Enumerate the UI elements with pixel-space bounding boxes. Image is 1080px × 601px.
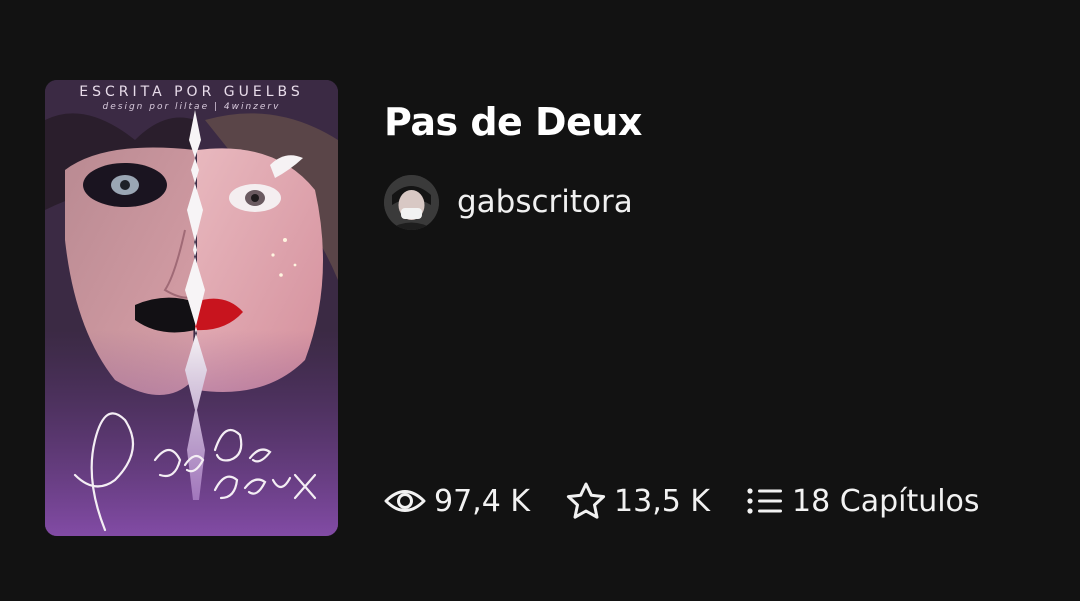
views-count: 97,4 K — [434, 483, 531, 519]
cover-designer-text: design por liltae | 4winzerv — [102, 102, 281, 112]
author-link[interactable]: gabscritora — [384, 174, 633, 230]
cover-credit-text: ESCRITA POR GUELBS — [79, 84, 304, 100]
list-icon — [746, 486, 784, 516]
story-title[interactable]: Pas de Deux — [384, 100, 642, 144]
avatar[interactable] — [384, 174, 439, 230]
author-username[interactable]: gabscritora — [457, 184, 633, 220]
star-icon — [566, 482, 606, 520]
cover-script-title — [73, 412, 317, 532]
story-stats: 97,4 K 13,5 K 18 Capítulos — [384, 476, 980, 526]
chapters-count: 18 Capítulos — [792, 483, 980, 519]
avatar-image — [384, 174, 439, 230]
story-cover[interactable]: ESCRITA POR GUELBS design por liltae | 4… — [45, 80, 338, 536]
eye-icon — [384, 486, 426, 516]
chapters-stat: 18 Capítulos — [746, 484, 980, 519]
story-card[interactable]: ESCRITA POR GUELBS design por liltae | 4… — [0, 0, 1080, 601]
views-stat: 97,4 K — [384, 484, 530, 519]
votes-count: 13,5 K — [614, 483, 711, 519]
votes-stat: 13,5 K — [566, 482, 710, 520]
